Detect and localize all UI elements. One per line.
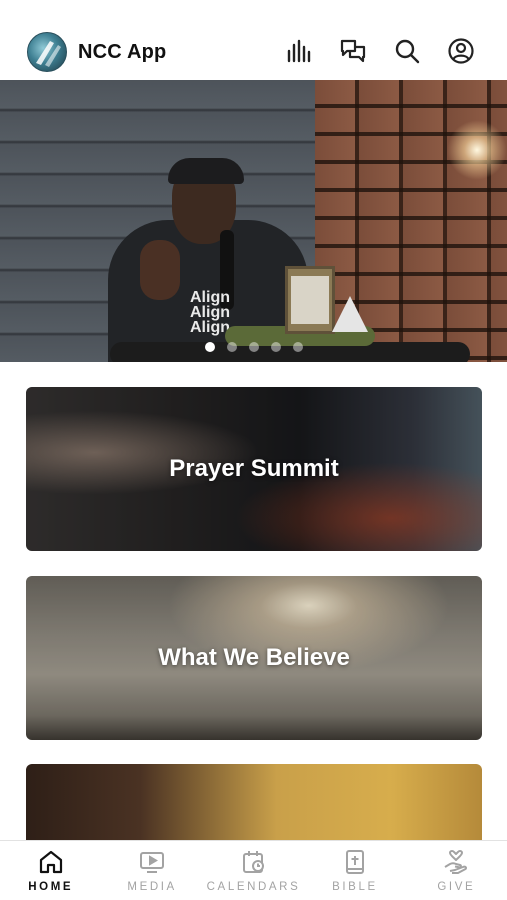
chat-icon[interactable] <box>338 36 368 66</box>
carousel-dot[interactable] <box>292 342 303 352</box>
card-what-we-believe[interactable]: What We Believe <box>26 576 482 740</box>
app-header: NCC App <box>0 0 507 80</box>
home-icon <box>39 850 62 874</box>
shirt-print-line: Align <box>190 289 230 306</box>
app-title: NCC App <box>78 41 167 63</box>
carousel-dot[interactable] <box>204 342 215 352</box>
audio-bars-icon[interactable] <box>284 36 314 66</box>
card-title: Prayer Summit <box>169 455 339 482</box>
shirt-print: Align Align Align <box>190 289 230 336</box>
bible-icon <box>345 850 364 874</box>
card-prayer-summit[interactable]: Prayer Summit <box>26 387 482 551</box>
app-logo[interactable] <box>27 32 67 72</box>
calendar-icon <box>242 851 264 873</box>
shirt-print-line: Align <box>190 319 230 336</box>
tab-media[interactable]: MEDIA <box>101 841 202 900</box>
tab-label: MEDIA <box>127 881 177 893</box>
shirt-print-line: Align <box>190 304 230 321</box>
picture-frame-image <box>291 276 329 324</box>
carousel-dots <box>0 342 507 352</box>
triangle-decor <box>332 296 368 332</box>
tab-give[interactable]: GIVE <box>406 841 507 900</box>
give-icon <box>444 849 468 874</box>
tab-label: HOME <box>28 881 74 893</box>
tab-home[interactable]: HOME <box>0 841 101 900</box>
logo-mark-icon <box>36 41 61 67</box>
carousel-dot[interactable] <box>248 342 259 352</box>
profile-icon[interactable] <box>446 36 476 66</box>
card-title: What We Believe <box>158 644 350 671</box>
tab-bible[interactable]: BIBLE <box>304 841 405 900</box>
hero-spotlight <box>447 120 507 180</box>
tab-label: BIBLE <box>332 881 378 893</box>
bottom-tab-bar: HOME MEDIA CALENDARS BIBLE GIVE <box>0 840 507 900</box>
speaker-cap <box>168 158 244 184</box>
media-icon <box>140 852 165 873</box>
search-icon[interactable] <box>392 36 422 66</box>
hero-carousel[interactable]: Align Align Align <box>0 80 507 362</box>
tab-label: GIVE <box>437 881 476 893</box>
carousel-dot[interactable] <box>226 342 237 352</box>
speaker-hand <box>140 240 180 300</box>
tab-label: CALENDARS <box>206 881 301 893</box>
carousel-dot[interactable] <box>270 342 281 352</box>
tab-calendars[interactable]: CALENDARS <box>203 841 304 900</box>
